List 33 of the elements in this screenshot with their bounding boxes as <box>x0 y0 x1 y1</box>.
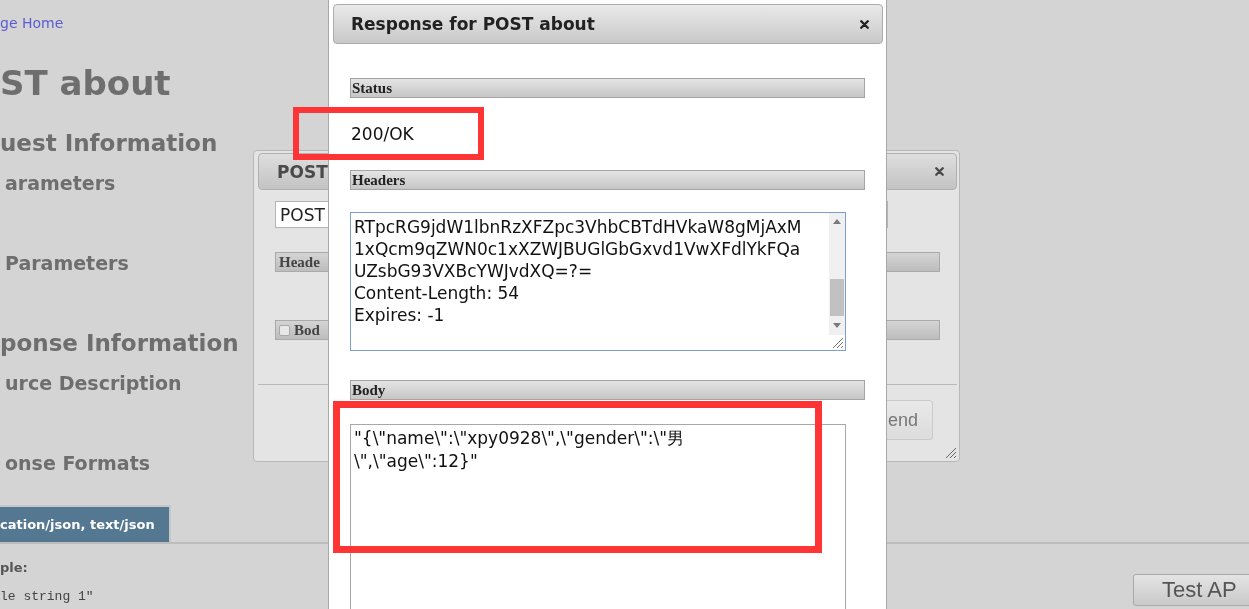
section-heading: Parameters <box>4 251 129 276</box>
test-api-button[interactable]: Test AP <box>1133 574 1249 606</box>
format-tab[interactable]: cation/json, text/json <box>0 505 171 542</box>
sample-text: le string 1" <box>0 588 94 606</box>
section-header: Headers <box>350 170 865 190</box>
section-heading: arameters <box>4 171 116 196</box>
checkbox[interactable] <box>279 324 290 336</box>
close-icon[interactable] <box>935 167 944 176</box>
section-header-label: Heade <box>279 253 320 271</box>
dialog-title: Response for POST about <box>351 14 595 34</box>
dialog-title: POST <box>277 161 328 182</box>
checkbox-label: Bod <box>294 321 320 339</box>
section-heading: urce Description <box>4 371 182 396</box>
section-header: Body <box>350 380 865 400</box>
resize-grip-icon[interactable] <box>946 448 956 458</box>
home-link[interactable]: ge Home <box>0 13 64 33</box>
scrollbar-thumb[interactable] <box>830 279 844 316</box>
scrollbar[interactable] <box>829 213 845 335</box>
section-header: Status <box>350 78 865 98</box>
close-icon[interactable] <box>860 19 869 29</box>
section-heading: onse Formats <box>4 451 151 476</box>
body-field[interactable]: "{\"name\":\"xpy0928\",\"gender\":\"男 \",\"age\":12}" <box>350 424 846 609</box>
page-title: ST about <box>0 63 171 103</box>
sample-label: ple: <box>0 559 28 577</box>
status-value: 200/OK <box>350 123 414 146</box>
send-button[interactable]: end <box>887 400 933 440</box>
scroll-up-icon[interactable] <box>833 219 841 224</box>
input-value: POST <box>280 203 325 226</box>
headers-field[interactable]: RTpcRG9jdW1lbnRzXFZpc3VhbCBTdHVkaW8gMjAxM 1xQcm9qZWN0c1xXZWJBUGlGbGxvd1VwXFdlYkFQa UZsbG93VXBcYWJvdXQ=?= Content-Length: 54 Expires: -1 <box>350 212 846 351</box>
section-heading: ponse Information <box>0 329 239 358</box>
section-heading: uest Information <box>0 129 218 158</box>
resize-grip-icon[interactable] <box>833 338 843 348</box>
scroll-down-icon[interactable] <box>833 323 841 328</box>
